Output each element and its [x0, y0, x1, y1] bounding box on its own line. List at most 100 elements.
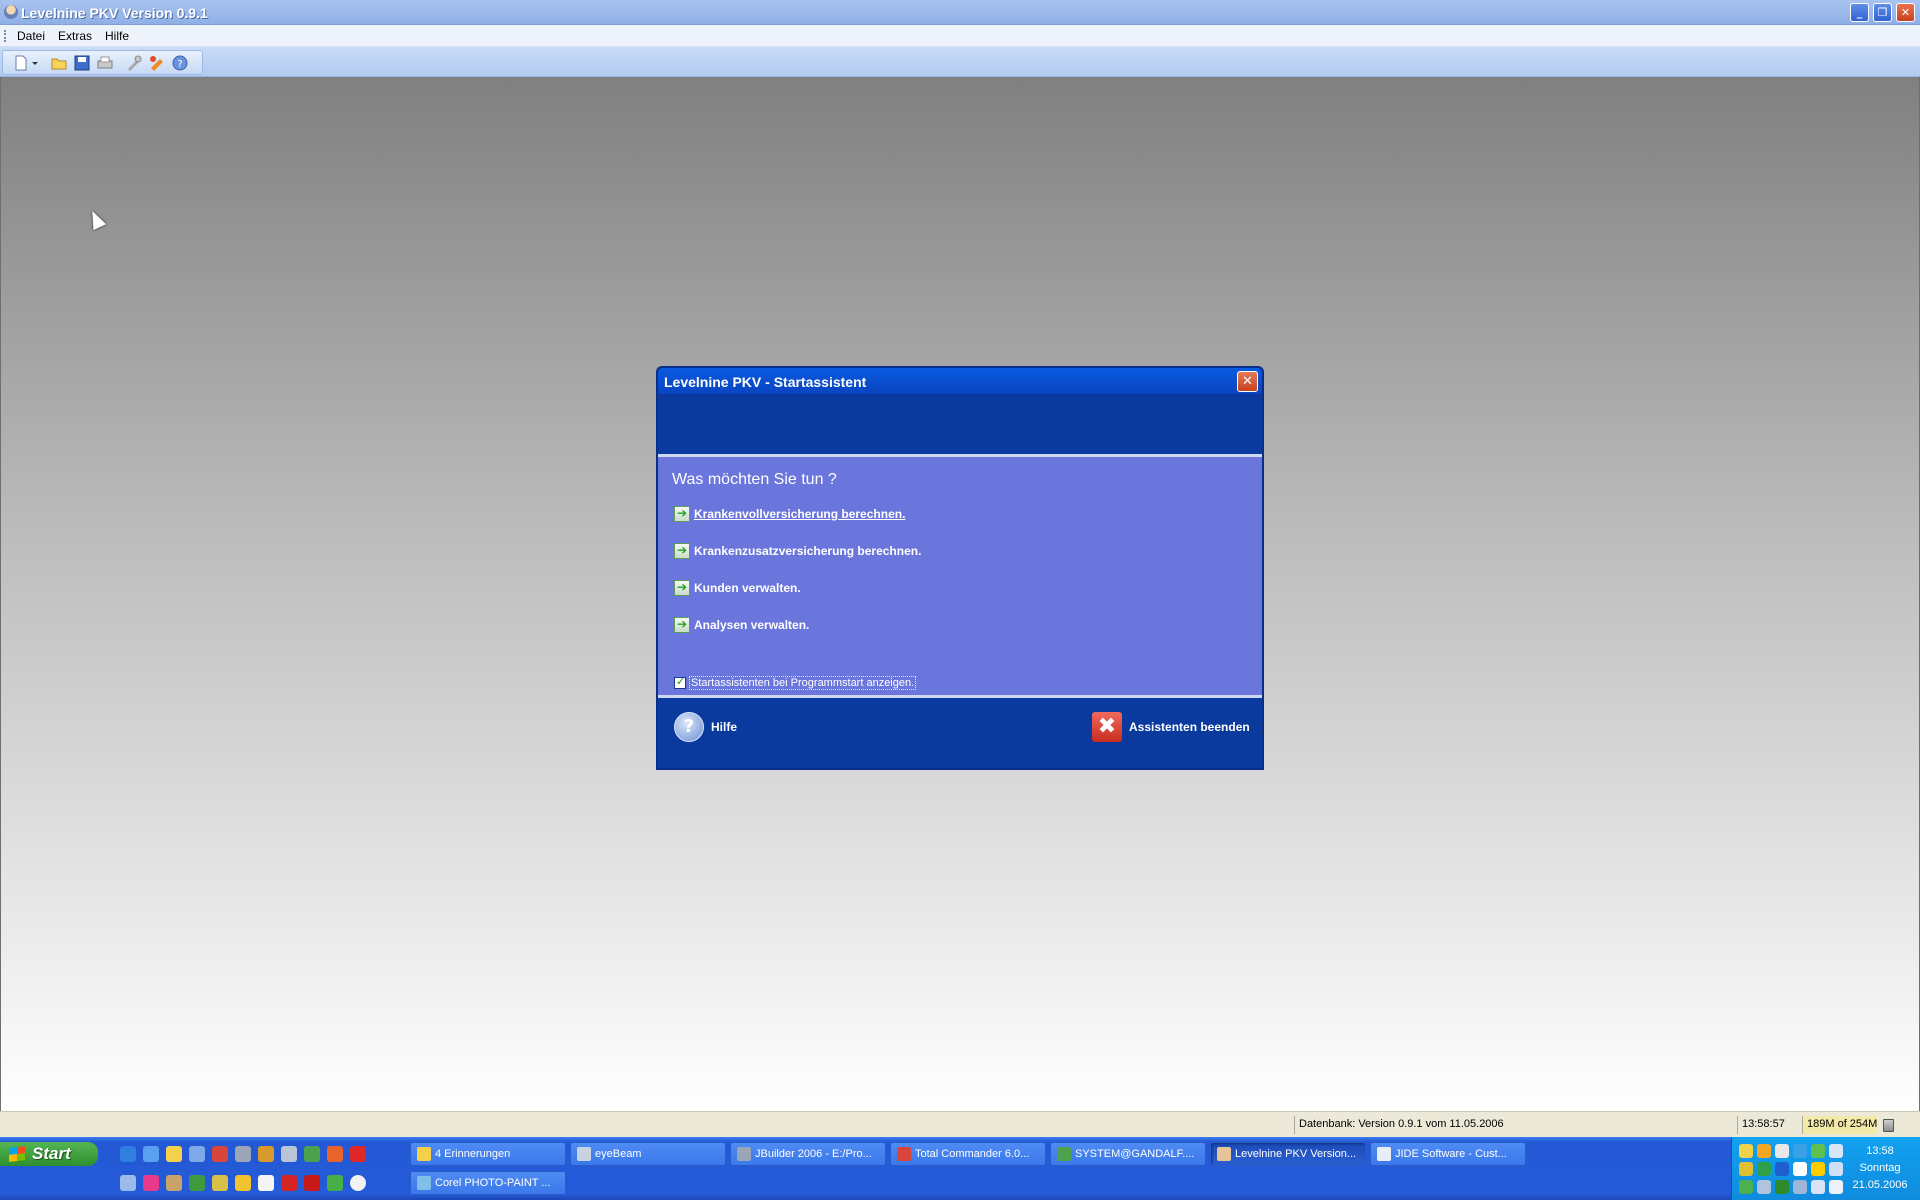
task-jbuilder[interactable]: JBuilder 2006 - E:/Pro... — [730, 1142, 886, 1166]
dialog-footer: ? Hilfe ✖ Assistenten beenden — [658, 698, 1262, 768]
menu-datei[interactable]: Datei — [17, 29, 45, 43]
tray-network-icon[interactable] — [1739, 1144, 1753, 1158]
option-label[interactable]: Krankenzusatzversicherung berechnen. — [694, 544, 921, 558]
database-status: Datenbank: Version 0.9.1 vom 11.05.2006 — [1294, 1116, 1508, 1134]
quicklaunch-network-icon[interactable] — [120, 1175, 136, 1191]
taskbar-clock[interactable]: 13:58 Sonntag 21.05.2006 — [1848, 1143, 1912, 1194]
quicklaunch-explorer-icon[interactable] — [189, 1146, 205, 1162]
menu-extras[interactable]: Extras — [58, 29, 92, 43]
quicklaunch-jbuilder-icon[interactable] — [235, 1146, 251, 1162]
task-system-gandalf[interactable]: SYSTEM@GANDALF.... — [1050, 1142, 1206, 1166]
quicklaunch-chart-icon[interactable] — [281, 1175, 297, 1191]
quicklaunch-x-icon[interactable] — [304, 1175, 320, 1191]
task-corel-photo-paint[interactable]: Corel PHOTO-PAINT ... — [410, 1171, 566, 1195]
checkbox-checked-icon[interactable] — [674, 675, 686, 689]
option-label[interactable]: Analysen verwalten. — [694, 618, 809, 632]
tray-volume-icon[interactable] — [1829, 1180, 1843, 1194]
quicklaunch-folder-icon[interactable] — [166, 1146, 182, 1162]
close-window-button[interactable]: ✕ — [1896, 3, 1915, 22]
dialog-close-button[interactable]: ✕ — [1237, 371, 1258, 392]
startup-checkbox-label[interactable]: Startassistenten bei Programmstart anzei… — [689, 676, 917, 690]
clock-time: 13:58 — [1866, 1145, 1894, 1157]
quicklaunch-gecko-icon[interactable] — [189, 1175, 205, 1191]
green-arrow-icon — [674, 580, 690, 596]
minimize-button[interactable]: _ — [1850, 3, 1869, 22]
memory-indicator: 189M of 254M — [1802, 1116, 1877, 1134]
option-label[interactable]: Kunden verwalten. — [694, 581, 801, 595]
option-label[interactable]: Krankenvollversicherung berechnen. — [694, 507, 905, 521]
document-icon — [1377, 1147, 1391, 1161]
quicklaunch-ve-icon[interactable] — [258, 1175, 274, 1191]
dialog-title: Levelnine PKV - Startassistent — [664, 374, 867, 390]
task-erinnerungen[interactable]: 4 Erinnerungen — [410, 1142, 566, 1166]
task-total-commander[interactable]: Total Commander 6.0... — [890, 1142, 1046, 1166]
quicklaunch-firefox-icon[interactable] — [327, 1146, 343, 1162]
quicklaunch-clock-icon[interactable] — [350, 1175, 366, 1191]
quit-button-label[interactable]: Assistenten beenden — [1129, 720, 1250, 734]
quit-assistant-button[interactable]: ✖ Assistenten beenden — [1092, 712, 1252, 744]
task-label: SYSTEM@GANDALF.... — [1075, 1148, 1195, 1160]
window-title: Levelnine PKV Version 0.9.1 — [21, 5, 208, 21]
tray-folder-icon[interactable] — [1757, 1144, 1771, 1158]
tray-clock-icon[interactable] — [1775, 1144, 1789, 1158]
quicklaunch-ie-icon[interactable] — [143, 1146, 159, 1162]
tray-green-icon[interactable] — [1739, 1180, 1753, 1194]
red-x-icon[interactable]: ✖ — [1092, 712, 1122, 742]
tray-vpn-icon[interactable] — [1775, 1180, 1789, 1194]
task-label: Levelnine PKV Version... — [1235, 1148, 1357, 1160]
tray-antivirus-icon[interactable] — [1757, 1162, 1771, 1176]
tray-leaf-icon[interactable] — [1811, 1144, 1825, 1158]
quicklaunch-warning-icon[interactable] — [235, 1175, 251, 1191]
clock-day: Sonntag — [1859, 1162, 1901, 1174]
bell-icon — [417, 1147, 431, 1161]
quicklaunch-search-icon[interactable] — [281, 1146, 297, 1162]
new-document-icon[interactable] — [12, 54, 30, 72]
tray-pen-icon[interactable] — [1757, 1180, 1771, 1194]
tray-monitor-icon[interactable] — [1811, 1180, 1825, 1194]
quicklaunch-frog-icon[interactable] — [304, 1146, 320, 1162]
eyebeam-icon — [577, 1147, 591, 1161]
quicklaunch-archive-icon[interactable] — [212, 1175, 228, 1191]
windows-logo-icon — [9, 1146, 25, 1162]
task-eyebeam[interactable]: eyeBeam — [570, 1142, 726, 1166]
print-icon[interactable] — [96, 54, 114, 72]
start-button[interactable]: Start — [0, 1142, 98, 1166]
quicklaunch-tool-icon[interactable] — [258, 1146, 274, 1162]
task-label: JBuilder 2006 - E:/Pro... — [755, 1148, 872, 1160]
help-button-label[interactable]: Hilfe — [711, 720, 737, 734]
dropdown-arrow-icon[interactable] — [30, 54, 40, 72]
tray-usb-icon[interactable] — [1829, 1162, 1843, 1176]
tray-alert-icon[interactable] — [1811, 1162, 1825, 1176]
tray-bluetooth-icon[interactable] — [1775, 1162, 1789, 1176]
trash-icon[interactable] — [1883, 1119, 1894, 1132]
green-arrow-icon — [674, 617, 690, 633]
task-label: eyeBeam — [595, 1148, 642, 1160]
tray-messenger-icon[interactable] — [1793, 1162, 1807, 1176]
open-folder-icon[interactable] — [50, 54, 68, 72]
quicklaunch-recycle-icon[interactable] — [327, 1175, 343, 1191]
tools-icon[interactable] — [125, 54, 143, 72]
quicklaunch-commander-icon[interactable] — [212, 1146, 228, 1162]
tray-tool-icon[interactable] — [1829, 1144, 1843, 1158]
menu-hilfe[interactable]: Hilfe — [105, 29, 129, 43]
quicklaunch-hand-icon[interactable] — [166, 1175, 182, 1191]
task-label: Total Commander 6.0... — [915, 1148, 1030, 1160]
quicklaunch-t-icon[interactable] — [143, 1175, 159, 1191]
tray-shield-icon[interactable] — [1739, 1162, 1753, 1176]
task-jide-software[interactable]: JIDE Software - Cust... — [1370, 1142, 1526, 1166]
task-label: JIDE Software - Cust... — [1395, 1148, 1507, 1160]
save-icon[interactable] — [73, 54, 91, 72]
app-icon — [1217, 1147, 1231, 1161]
restore-button[interactable]: ❐ — [1873, 3, 1892, 22]
task-levelnine-pkv[interactable]: Levelnine PKV Version... — [1210, 1142, 1366, 1166]
tray-printer-icon[interactable] — [1793, 1180, 1807, 1194]
tray-globe-icon[interactable] — [1793, 1144, 1807, 1158]
settings-icon[interactable] — [148, 54, 166, 72]
quicklaunch-q-icon[interactable] — [350, 1146, 366, 1162]
dialog-titlebar: Levelnine PKV - Startassistent ✕ — [658, 368, 1262, 394]
gecko-icon — [1057, 1147, 1071, 1161]
help-icon[interactable]: ? — [171, 54, 189, 72]
quicklaunch-desktop-icon[interactable] — [120, 1146, 136, 1162]
question-mark-icon[interactable]: ? — [674, 712, 704, 742]
task-label: 4 Erinnerungen — [435, 1148, 511, 1160]
